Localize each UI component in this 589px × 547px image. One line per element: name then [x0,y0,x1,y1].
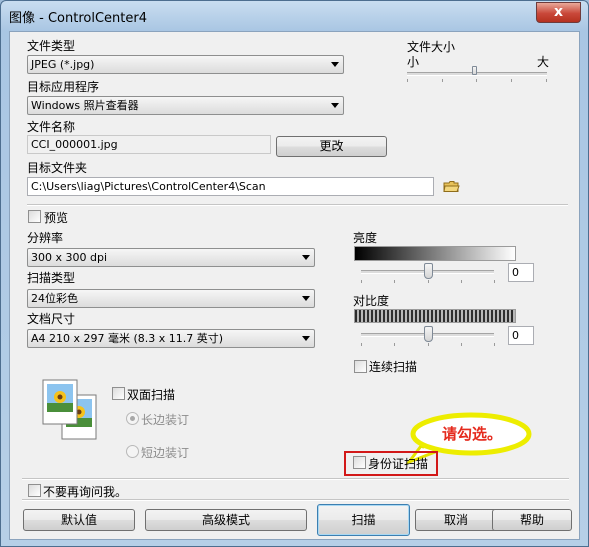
brightness-gradient [354,246,516,261]
dialog-body: 文件类型 JPEG (*.jpg) 文件大小 小 大 目标应用程序 Window… [9,31,580,540]
dont-ask-label: 不要再询问我。 [43,485,128,499]
close-button[interactable]: x [536,2,581,23]
duplex-checkbox[interactable] [112,387,125,400]
file-size-small-label: 小 [407,55,420,69]
brightness-value-field[interactable]: 0 [508,263,534,282]
file-name-field: CCI_000001.jpg [27,135,271,154]
contrast-value-field[interactable]: 0 [508,326,534,345]
target-app-select[interactable]: Windows 照片查看器 [27,96,344,115]
brightness-slider-thumb[interactable] [424,263,433,279]
short-edge-radio [126,445,139,458]
slider-tick [461,343,462,346]
slider-tick [361,343,362,346]
file-size-large-label: 大 [537,55,550,69]
title-bar[interactable]: 图像 - ControlCenter4 x [1,1,588,31]
scan-type-value: 24位彩色 [31,292,78,305]
slider-tick [494,343,495,346]
slider-tick [361,280,362,283]
long-edge-radio [126,412,139,425]
id-card-scan-checkbox[interactable] [353,456,366,469]
preview-label: 预览 [44,211,69,225]
resolution-value: 300 x 300 dpi [31,251,108,264]
file-type-select[interactable]: JPEG (*.jpg) [27,55,344,74]
contrast-slider-thumb[interactable] [424,326,433,342]
chevron-down-icon [302,296,310,301]
dialog-window: 图像 - ControlCenter4 x 文件类型 JPEG (*.jpg) … [0,0,589,547]
brightness-label: 亮度 [353,231,378,245]
preview-checkbox[interactable] [28,210,41,223]
resolution-select[interactable]: 300 x 300 dpi [27,248,315,267]
slider-tick [394,343,395,346]
window-title: 图像 - ControlCenter4 [9,11,147,26]
scan-type-label: 扫描类型 [27,271,76,285]
target-app-value: Windows 照片查看器 [31,99,139,112]
id-card-scan-label: 身份证扫描 [368,457,429,471]
slider-tick [461,280,462,283]
slider-tick [442,79,443,82]
cancel-button[interactable]: 取消 [415,509,497,531]
divider [22,499,569,501]
file-name-label: 文件名称 [27,120,76,134]
file-type-value: JPEG (*.jpg) [31,58,95,71]
duplex-pages-icon [42,379,97,440]
slider-tick [407,79,408,82]
long-edge-label: 长边装订 [141,413,190,427]
callout-text: 请勾选。 [442,425,503,443]
document-size-label: 文档尺寸 [27,312,76,326]
folder-browse-icon[interactable] [443,180,460,193]
document-size-value: A4 210 x 297 毫米 (8.3 x 11.7 英寸) [31,332,224,345]
slider-tick [511,79,512,82]
chevron-down-icon [331,62,339,67]
slider-tick [476,79,477,82]
file-type-label: 文件类型 [27,39,76,53]
short-edge-label: 短边装订 [141,446,190,460]
document-size-select[interactable]: A4 210 x 297 毫米 (8.3 x 11.7 英寸) [27,329,315,348]
slider-tick [394,280,395,283]
contrast-label: 对比度 [353,294,390,308]
scan-button[interactable]: 扫描 [317,504,410,536]
defaults-button[interactable]: 默认值 [23,509,135,531]
file-size-slider-track[interactable] [407,72,547,76]
change-button[interactable]: 更改 [276,136,387,157]
contrast-pattern [354,309,516,323]
chevron-down-icon [302,255,310,260]
slider-tick [428,280,429,283]
slider-tick [428,343,429,346]
dont-ask-checkbox[interactable] [28,484,41,497]
advanced-mode-button[interactable]: 高级模式 [145,509,307,531]
slider-tick [546,79,547,82]
slider-tick [494,280,495,283]
duplex-label: 双面扫描 [127,388,176,402]
chevron-down-icon [302,336,310,341]
divider [27,204,568,206]
target-folder-label: 目标文件夹 [27,161,88,175]
target-app-label: 目标应用程序 [27,80,100,94]
divider [22,478,569,480]
resolution-label: 分辨率 [27,231,64,245]
continuous-scan-label: 连续扫描 [369,360,418,374]
continuous-scan-checkbox[interactable] [354,360,367,373]
help-button[interactable]: 帮助 [492,509,572,531]
file-size-slider-thumb[interactable] [472,66,477,75]
target-folder-field[interactable]: C:\Users\liag\Pictures\ControlCenter4\Sc… [27,177,434,196]
scan-type-select[interactable]: 24位彩色 [27,289,315,308]
chevron-down-icon [331,103,339,108]
